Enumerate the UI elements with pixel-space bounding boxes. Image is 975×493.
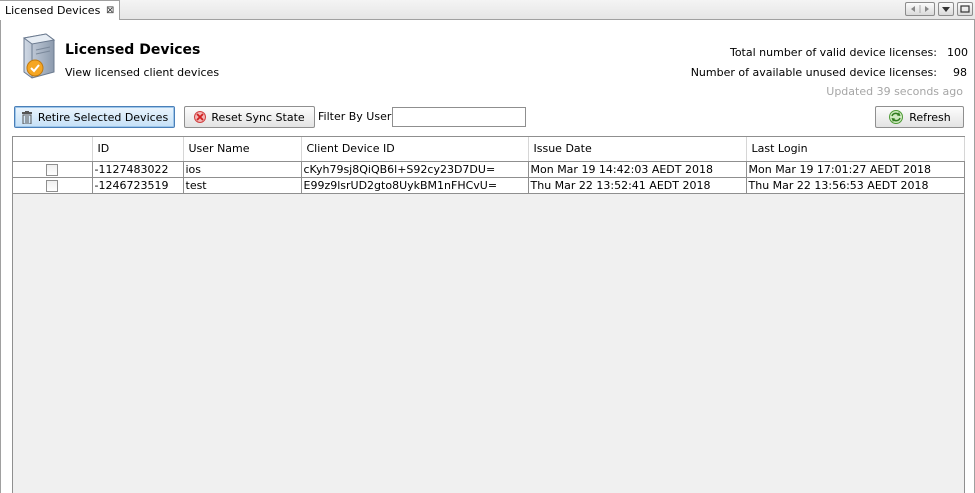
tab-scroll-buttons[interactable] <box>905 2 935 16</box>
cell-issue-date: Thu Mar 22 13:52:41 AEDT 2018 <box>528 177 747 194</box>
row-select-cell <box>13 161 93 178</box>
filter-by-user-label: Filter By User: <box>318 110 395 123</box>
total-licenses-label: Total number of valid device licenses: <box>729 46 937 59</box>
page-subtitle: View licensed client devices <box>65 66 220 79</box>
trash-icon <box>21 110 32 124</box>
chevron-down-icon <box>942 7 950 12</box>
table-row[interactable]: -1127483022 ios cKyh79sj8QiQB6l+S92cy23D… <box>13 161 965 178</box>
maximize-icon <box>960 5 970 13</box>
row-checkbox[interactable] <box>46 163 59 176</box>
page-title: Licensed Devices <box>65 42 201 58</box>
total-licenses-value: 100 <box>947 46 968 59</box>
cell-id: -1127483022 <box>92 161 184 178</box>
row-checkbox[interactable] <box>46 179 59 192</box>
cell-user-name: test <box>183 177 302 194</box>
cell-issue-date: Mon Mar 19 14:42:03 AEDT 2018 <box>528 161 747 178</box>
column-header-id[interactable]: ID <box>92 137 184 162</box>
unused-licenses-value: 98 <box>953 66 967 79</box>
retire-selected-devices-button[interactable]: Retire Selected Devices <box>14 106 175 128</box>
licensed-devices-panel: Licensed Devices View licensed client de… <box>0 20 975 493</box>
filter-by-user-input[interactable] <box>392 107 526 127</box>
column-header-select[interactable] <box>13 137 93 162</box>
refresh-icon <box>889 110 904 124</box>
red-x-icon <box>194 111 207 123</box>
tab-licensed-devices[interactable]: Licensed Devices ⊠ <box>0 0 120 20</box>
cell-client-device-id: cKyh79sj8QiQB6l+S92cy23D7DU= <box>301 161 529 178</box>
column-header-last-login[interactable]: Last Login <box>746 137 965 162</box>
cell-user-name: ios <box>183 161 302 178</box>
row-select-cell <box>13 177 93 194</box>
table-row[interactable]: -1246723519 test E99z9lsrUD2gto8UykBM1nF… <box>13 177 965 194</box>
server-device-icon <box>22 33 56 79</box>
refresh-button[interactable]: Refresh <box>875 106 964 128</box>
table-header-row: ID User Name Client Device ID Issue Date… <box>13 137 965 162</box>
tab-label: Licensed Devices <box>5 4 101 17</box>
cell-id: -1246723519 <box>92 177 184 194</box>
tab-strip: Licensed Devices ⊠ <box>0 0 975 20</box>
maximize-button[interactable] <box>957 2 973 16</box>
reset-button-label: Reset Sync State <box>211 110 305 124</box>
column-header-user-name[interactable]: User Name <box>183 137 302 162</box>
reset-sync-state-button[interactable]: Reset Sync State <box>184 106 315 128</box>
close-icon[interactable]: ⊠ <box>106 6 115 16</box>
updated-timestamp: Updated 39 seconds ago <box>826 85 963 98</box>
cell-last-login: Thu Mar 22 13:56:53 AEDT 2018 <box>746 177 965 194</box>
cell-last-login: Mon Mar 19 17:01:27 AEDT 2018 <box>746 161 965 178</box>
column-header-issue-date[interactable]: Issue Date <box>528 137 747 162</box>
column-header-client-device-id[interactable]: Client Device ID <box>301 137 529 162</box>
scroll-arrows-icon <box>911 5 929 13</box>
retire-button-label: Retire Selected Devices <box>37 110 169 124</box>
refresh-button-label: Refresh <box>909 110 951 124</box>
devices-table: ID User Name Client Device ID Issue Date… <box>12 136 965 493</box>
cell-client-device-id: E99z9lsrUD2gto8UykBM1nFHCvU= <box>301 177 529 194</box>
unused-licenses-label: Number of available unused device licens… <box>690 66 937 79</box>
tab-list-button[interactable] <box>938 2 954 16</box>
